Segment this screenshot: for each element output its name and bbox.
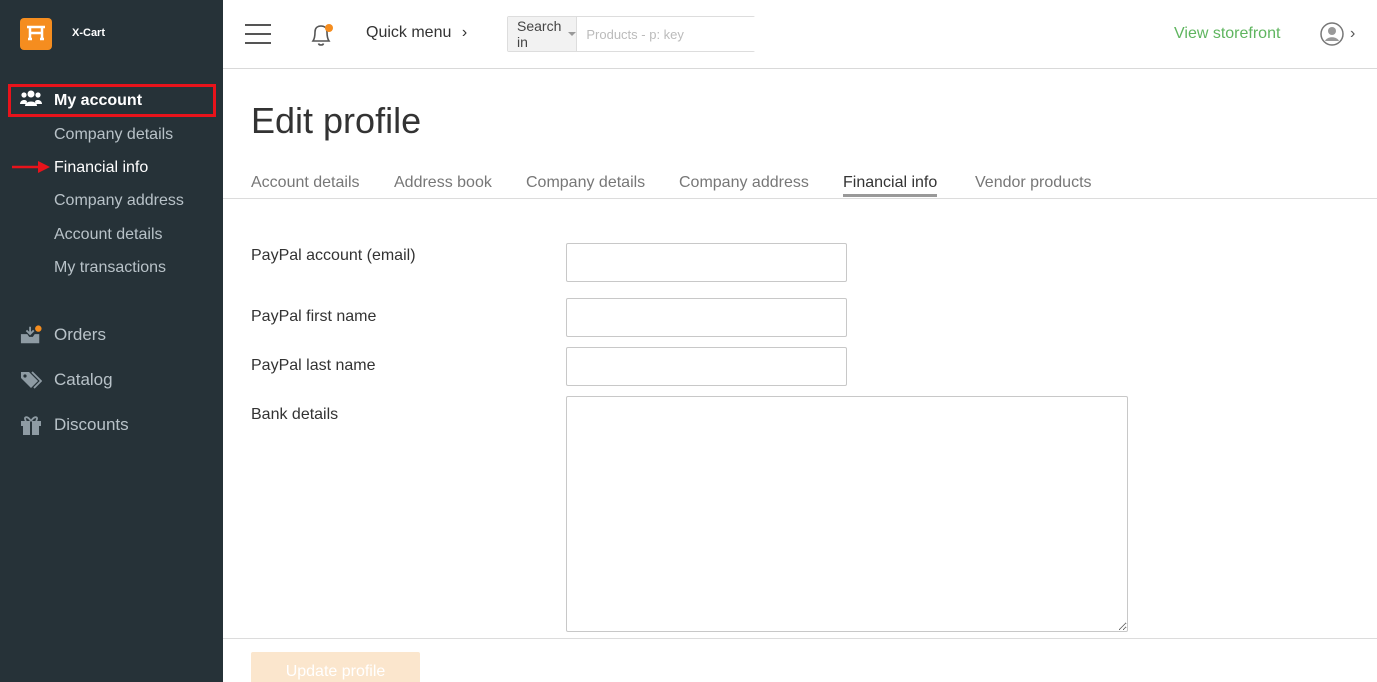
view-storefront-link[interactable]: View storefront xyxy=(1174,25,1280,43)
paypal-first-name-field[interactable] xyxy=(566,298,847,337)
user-avatar-icon xyxy=(1320,22,1344,46)
brand-name: X-Cart xyxy=(72,27,106,39)
tab-financial-info[interactable]: Financial info xyxy=(843,174,938,197)
sidebar-item-catalog[interactable]: Catalog xyxy=(20,369,113,391)
xcart-logo-icon xyxy=(20,18,52,50)
bank-details-label: Bank details xyxy=(251,406,339,423)
bell-icon[interactable] xyxy=(309,22,333,48)
sidebar-item-discounts[interactable]: Discounts xyxy=(20,414,129,436)
sidebar: X-Cart My account Company details Financ… xyxy=(0,0,223,682)
sidebar-subitem-financial-info[interactable]: Financial info xyxy=(54,159,148,177)
chevron-right-icon: › xyxy=(1350,25,1356,42)
search-in-label: Search in xyxy=(517,18,562,50)
tab-address-book[interactable]: Address book xyxy=(394,174,492,194)
user-menu[interactable]: › xyxy=(1320,22,1355,46)
sidebar-subitem-account-details[interactable]: Account details xyxy=(54,226,163,244)
search-bar: Search in xyxy=(507,16,763,52)
sidebar-subitem-company-address[interactable]: Company address xyxy=(54,192,184,210)
tab-company-details[interactable]: Company details xyxy=(526,174,645,194)
sidebar-subitem-my-transactions[interactable]: My transactions xyxy=(54,259,166,277)
quick-menu-button[interactable]: Quick menu › xyxy=(366,24,467,42)
page-title: Edit profile xyxy=(251,100,422,141)
update-profile-button[interactable]: Update profile xyxy=(251,652,420,682)
tab-vendor-products[interactable]: Vendor products xyxy=(975,174,1092,194)
paypal-last-name-label: PayPal last name xyxy=(251,357,376,374)
red-arrow-icon xyxy=(12,161,50,173)
paypal-first-name-label: PayPal first name xyxy=(251,308,377,325)
gift-icon xyxy=(20,414,42,436)
sidebar-item-orders[interactable]: Orders xyxy=(20,324,106,346)
sidebar-item-label: Orders xyxy=(54,325,106,344)
chevron-right-icon: › xyxy=(461,24,468,41)
sidebar-item-label: Catalog xyxy=(54,370,113,389)
paypal-email-field[interactable] xyxy=(566,243,847,282)
sidebar-subitem-company-details[interactable]: Company details xyxy=(54,126,173,144)
search-input[interactable] xyxy=(577,17,763,51)
bank-details-textarea[interactable] xyxy=(566,396,1128,632)
sidebar-item-my-account[interactable]: My account xyxy=(8,84,216,117)
users-icon xyxy=(20,90,42,111)
brand[interactable]: X-Cart xyxy=(20,18,105,50)
profile-tabs: Account details Address book Company det… xyxy=(223,166,1377,199)
tab-account-details[interactable]: Account details xyxy=(251,174,360,194)
paypal-email-label: PayPal account (email) xyxy=(251,247,416,264)
tab-company-address[interactable]: Company address xyxy=(679,174,809,194)
paypal-last-name-field[interactable] xyxy=(566,347,847,386)
caret-down-icon xyxy=(568,32,577,36)
quick-menu-label: Quick menu xyxy=(366,24,452,41)
search-in-dropdown[interactable]: Search in xyxy=(508,17,578,51)
tags-icon xyxy=(20,369,42,391)
sidebar-item-label: My account xyxy=(54,91,143,109)
orders-icon xyxy=(20,324,42,346)
sidebar-item-label: Discounts xyxy=(54,415,129,434)
top-header: Quick menu › Search in View storefront › xyxy=(223,0,1377,69)
hamburger-menu-icon[interactable] xyxy=(245,24,271,44)
